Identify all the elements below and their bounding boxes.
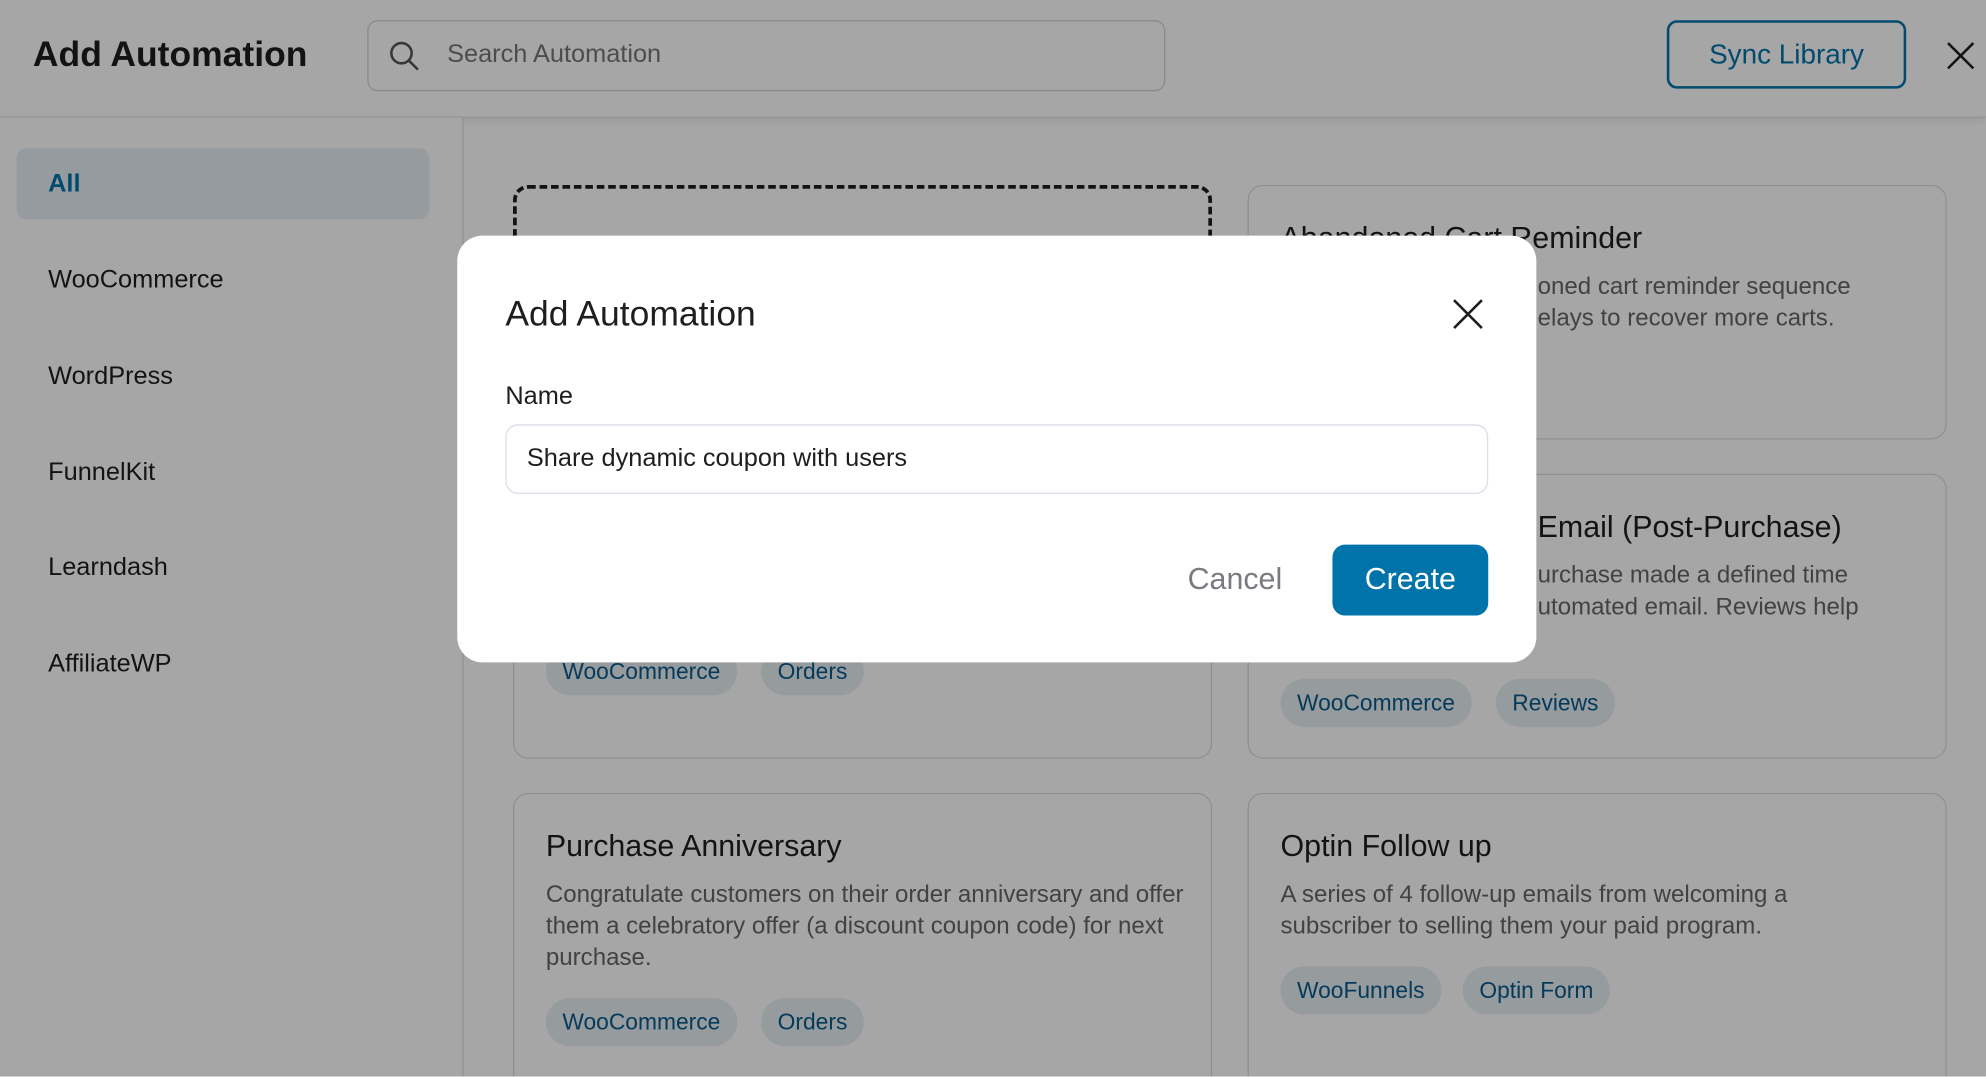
cancel-button[interactable]: Cancel (1167, 545, 1304, 616)
modal-title: Add Automation (505, 293, 756, 334)
name-input[interactable] (505, 424, 1489, 494)
close-icon[interactable] (1453, 299, 1483, 329)
create-button[interactable]: Create (1332, 544, 1489, 616)
name-label: Name (505, 382, 573, 411)
add-automation-modal: Add Automation Name Cancel Create (457, 235, 1537, 663)
